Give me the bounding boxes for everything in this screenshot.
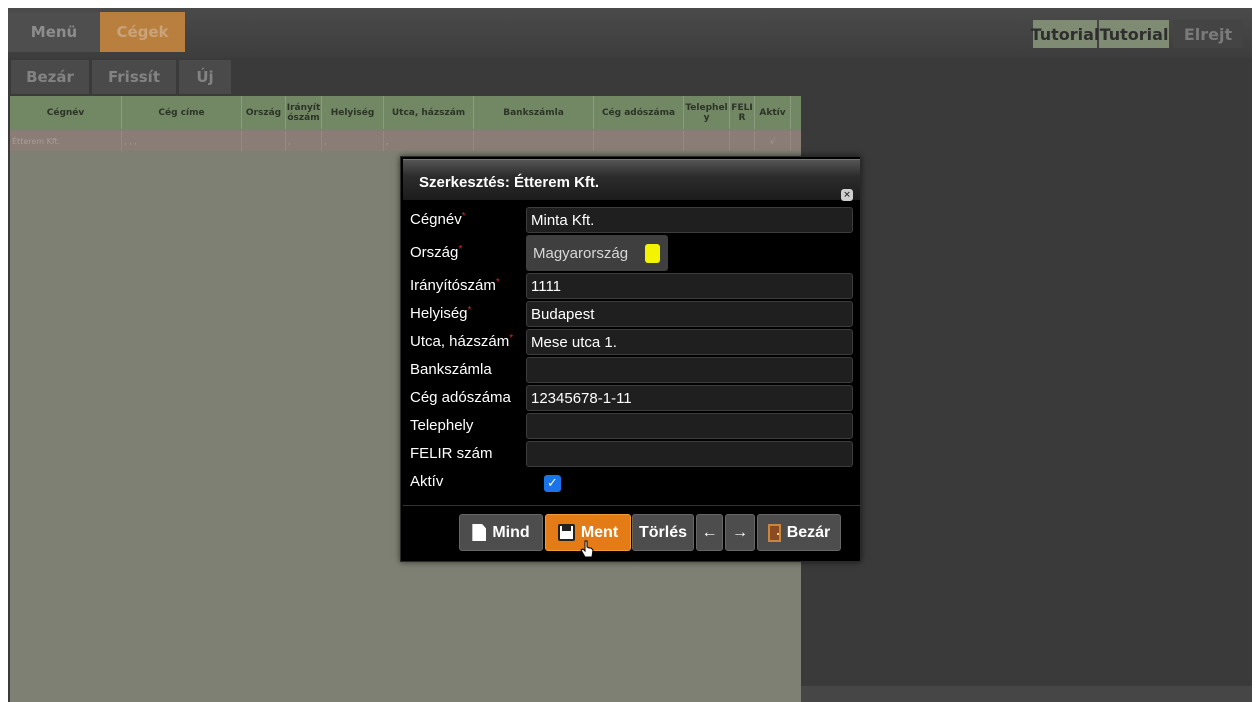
- telephely-input[interactable]: [526, 413, 853, 439]
- prev-button[interactable]: ←: [696, 514, 723, 551]
- bankszamla-input[interactable]: [526, 357, 853, 383]
- menu-button[interactable]: Menü: [8, 12, 100, 52]
- field-row-cegnev: Cégnév* Minta Kft.: [401, 207, 862, 233]
- top-bar: Menü Cégek Tutorial Tutorial Elrejt: [8, 8, 1252, 58]
- ment-label: Ment: [580, 523, 619, 541]
- col-header-bankszamla[interactable]: Bankszámla: [474, 96, 594, 129]
- toolbar-uj-button[interactable]: Új: [179, 60, 231, 94]
- field-row-utca: Utca, házszám* Mese utca 1.: [401, 329, 862, 355]
- required-mark: *: [495, 277, 500, 288]
- field-row-orszag: Ország* Magyarország: [401, 235, 862, 271]
- cell-adoszam: [594, 131, 684, 151]
- edit-dialog: Szerkesztés: Étterem Kft. × Cégnév* Mint…: [400, 156, 861, 562]
- utca-input[interactable]: Mese utca 1.: [526, 329, 853, 355]
- cegek-tab[interactable]: Cégek: [100, 12, 185, 52]
- col-header-telephely[interactable]: Telephel y: [684, 96, 730, 129]
- required-mark: *: [509, 333, 514, 344]
- aktiv-checkbox[interactable]: ✓: [544, 475, 561, 492]
- required-mark: *: [458, 244, 463, 255]
- required-mark: *: [461, 211, 466, 222]
- bottom-strip: [801, 686, 1252, 702]
- cegnev-input[interactable]: Minta Kft.: [526, 207, 853, 233]
- cell-ceg-cime: , , ,: [122, 131, 242, 151]
- cell-orszag: [242, 131, 286, 151]
- tutorial-button-1[interactable]: Tutorial: [1031, 20, 1099, 48]
- helyiseg-input[interactable]: Budapest: [526, 301, 853, 327]
- helyiseg-label: Helyiség*: [410, 305, 472, 322]
- toolbar-bezar-button[interactable]: Bezár: [11, 60, 89, 94]
- cell-telephely: [684, 131, 730, 151]
- field-row-telephely: Telephely: [401, 413, 862, 439]
- torles-button[interactable]: Törlés: [632, 514, 694, 551]
- dialog-title: Szerkesztés: Étterem Kft.: [419, 174, 600, 191]
- col-header-iranyitoszam[interactable]: Irányít ószám: [286, 96, 322, 129]
- dialog-header: Szerkesztés: Étterem Kft. ×: [403, 159, 860, 201]
- cell-iranyitoszam: ,: [286, 131, 322, 151]
- field-row-aktiv: Aktív ✓: [401, 469, 862, 495]
- orszag-select[interactable]: Magyarország: [526, 235, 668, 271]
- felir-label: FELIR szám: [410, 445, 493, 462]
- cell-cegnev: Étterem Kft.: [10, 131, 122, 151]
- mind-label: Mind: [492, 523, 530, 541]
- aktiv-label: Aktív: [410, 473, 444, 490]
- col-header-utca[interactable]: Utca, házszám: [384, 96, 474, 129]
- document-icon: [472, 524, 487, 541]
- bezar-label: Bezár: [786, 523, 831, 541]
- field-row-felir: FELIR szám: [401, 441, 862, 467]
- col-header-orszag[interactable]: Ország: [242, 96, 286, 129]
- adoszam-input[interactable]: 12345678-1-11: [526, 385, 853, 411]
- cegnev-label: Cégnév*: [410, 211, 466, 228]
- hand-cursor-icon: [580, 540, 594, 558]
- toolbar-frissit-button[interactable]: Frissít: [92, 60, 176, 94]
- select-marker-icon[interactable]: [645, 244, 660, 263]
- save-disk-icon: [557, 524, 575, 541]
- adoszam-label: Cég adószáma: [410, 389, 511, 406]
- dialog-bezar-button[interactable]: Bezár: [757, 514, 841, 551]
- col-header-helyiseg[interactable]: Helyiség: [322, 96, 384, 129]
- table-row[interactable]: Étterem Kft. , , , , , , √: [10, 131, 801, 151]
- next-button[interactable]: →: [725, 514, 755, 551]
- dialog-separator: [403, 505, 860, 506]
- door-icon: [767, 523, 781, 542]
- col-header-ceg-cime[interactable]: Cég címe: [122, 96, 242, 129]
- cell-helyiseg: ,: [322, 131, 384, 151]
- cell-bankszamla: [474, 131, 594, 151]
- close-icon[interactable]: ×: [841, 189, 853, 201]
- felir-input[interactable]: [526, 441, 853, 467]
- bankszamla-label: Bankszámla: [410, 361, 492, 378]
- cell-utca: ,: [384, 131, 474, 151]
- orszag-label: Ország*: [410, 244, 463, 261]
- required-mark: *: [467, 305, 472, 316]
- col-header-aktiv[interactable]: Aktív: [755, 96, 791, 129]
- telephely-label: Telephely: [410, 417, 474, 434]
- field-row-helyiseg: Helyiség* Budapest: [401, 301, 862, 327]
- tutorial-button-2[interactable]: Tutorial: [1099, 20, 1169, 48]
- col-header-felir[interactable]: FELI R: [730, 96, 755, 129]
- mind-button[interactable]: Mind: [459, 514, 543, 551]
- col-header-cegnev[interactable]: Cégnév: [10, 96, 122, 129]
- cell-aktiv: √: [755, 131, 791, 151]
- utca-label: Utca, házszám*: [410, 333, 514, 350]
- col-header-adoszam[interactable]: Cég adószáma: [594, 96, 684, 129]
- right-panel: [801, 96, 1252, 702]
- field-row-adoszam: Cég adószáma 12345678-1-11: [401, 385, 862, 411]
- elrejt-button[interactable]: Elrejt: [1173, 20, 1243, 48]
- orszag-value: Magyarország: [533, 244, 629, 262]
- iranyitoszam-input[interactable]: 1111: [526, 273, 853, 299]
- field-row-bankszamla: Bankszámla: [401, 357, 862, 383]
- iranyitoszam-label: Irányítószám*: [410, 277, 500, 294]
- table-header: Cégnév Cég címe Ország Irányít ószám Hel…: [10, 96, 801, 129]
- toolbar: Bezár Frissít Új: [8, 58, 1252, 96]
- field-row-iranyitoszam: Irányítószám* 1111: [401, 273, 862, 299]
- cell-felir: [730, 131, 755, 151]
